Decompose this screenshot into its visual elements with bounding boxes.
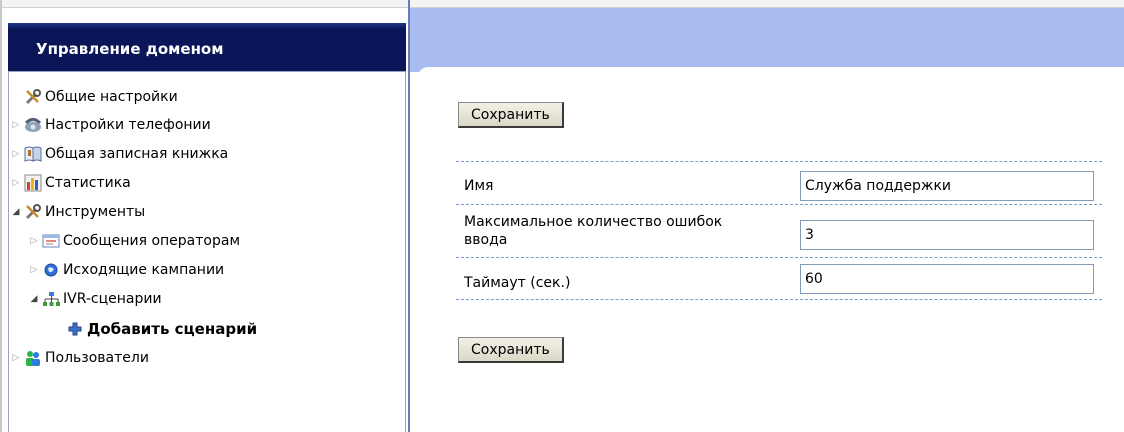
sidebar-item-label: Пользователи <box>45 350 149 366</box>
form-divider <box>456 204 1102 205</box>
sidebar-item-label: Сообщения операторам <box>63 233 241 249</box>
network-icon <box>42 290 60 308</box>
message-icon <box>42 232 60 250</box>
timeout-input[interactable] <box>800 264 1094 294</box>
sidebar-item-general-settings[interactable]: Общие настройки <box>22 86 178 108</box>
sidebar-item-label: Инструменты <box>45 204 146 220</box>
tools-icon <box>24 88 42 106</box>
globe-icon <box>42 261 60 279</box>
plus-icon <box>66 320 84 338</box>
sidebar-item-label: Исходящие кампании <box>63 262 225 278</box>
users-icon <box>24 349 42 367</box>
sidebar-item-users[interactable]: ▷ Пользователи <box>10 347 149 369</box>
content-header-band <box>410 8 1124 72</box>
expand-arrow-icon[interactable]: ▷ <box>10 347 22 369</box>
collapse-arrow-icon[interactable]: ◢ <box>10 201 22 223</box>
sidebar-item-statistics[interactable]: ▷ Статистика <box>10 172 131 194</box>
address-book-icon <box>24 145 42 163</box>
sidebar-item-tools[interactable]: ◢ Инструменты <box>10 201 145 223</box>
save-button-top[interactable]: Сохранить <box>458 102 564 128</box>
sidebar-item-telephony-settings[interactable]: ▷ Настройки телефонии <box>10 114 211 136</box>
sidebar-item-address-book[interactable]: ▷ Общая записная книжка <box>10 143 229 165</box>
content-top-strip <box>410 0 1124 8</box>
max-errors-input[interactable] <box>800 220 1094 250</box>
sidebar-item-label: IVR-сценарии <box>63 291 162 307</box>
field-label-max-errors: Максимальное количество ошибок ввода <box>464 214 723 248</box>
form-divider <box>456 299 1102 300</box>
field-label-timeout: Таймаут (сек.) <box>464 275 571 291</box>
expand-arrow-icon[interactable]: ▷ <box>10 172 22 194</box>
sidebar-item-label: Настройки телефонии <box>45 117 211 133</box>
sidebar-item-label: Статистика <box>45 175 131 191</box>
form-divider <box>456 257 1102 258</box>
sidebar-item-label: Добавить сценарий <box>87 320 258 338</box>
sidebar-title: Управление доменом <box>8 23 406 71</box>
field-label-name: Имя <box>464 178 494 194</box>
expand-arrow-icon[interactable]: ▷ <box>10 143 22 165</box>
sidebar-top-strip <box>2 0 408 8</box>
expand-arrow-icon[interactable]: ▷ <box>28 259 40 281</box>
tools-icon <box>24 203 42 221</box>
telephone-icon <box>24 116 42 134</box>
sidebar-item-label: Общая записная книжка <box>45 146 229 162</box>
sidebar-item-label: Общие настройки <box>45 89 178 105</box>
sidebar-item-add-scenario[interactable]: Добавить сценарий <box>64 318 257 340</box>
form-divider <box>456 161 1102 162</box>
sidebar-item-operator-messages[interactable]: ▷ Сообщения операторам <box>28 230 240 252</box>
sidebar-item-outgoing-campaigns[interactable]: ▷ Исходящие кампании <box>28 259 225 281</box>
save-button-bottom[interactable]: Сохранить <box>458 337 564 363</box>
collapse-arrow-icon[interactable]: ◢ <box>28 288 40 310</box>
sidebar-item-ivr-scenarios[interactable]: ◢ IVR-сценарии <box>28 288 162 310</box>
chart-icon <box>24 174 42 192</box>
expand-arrow-icon[interactable]: ▷ <box>10 114 22 136</box>
name-input[interactable] <box>800 171 1094 201</box>
expand-arrow-icon[interactable]: ▷ <box>28 230 40 252</box>
